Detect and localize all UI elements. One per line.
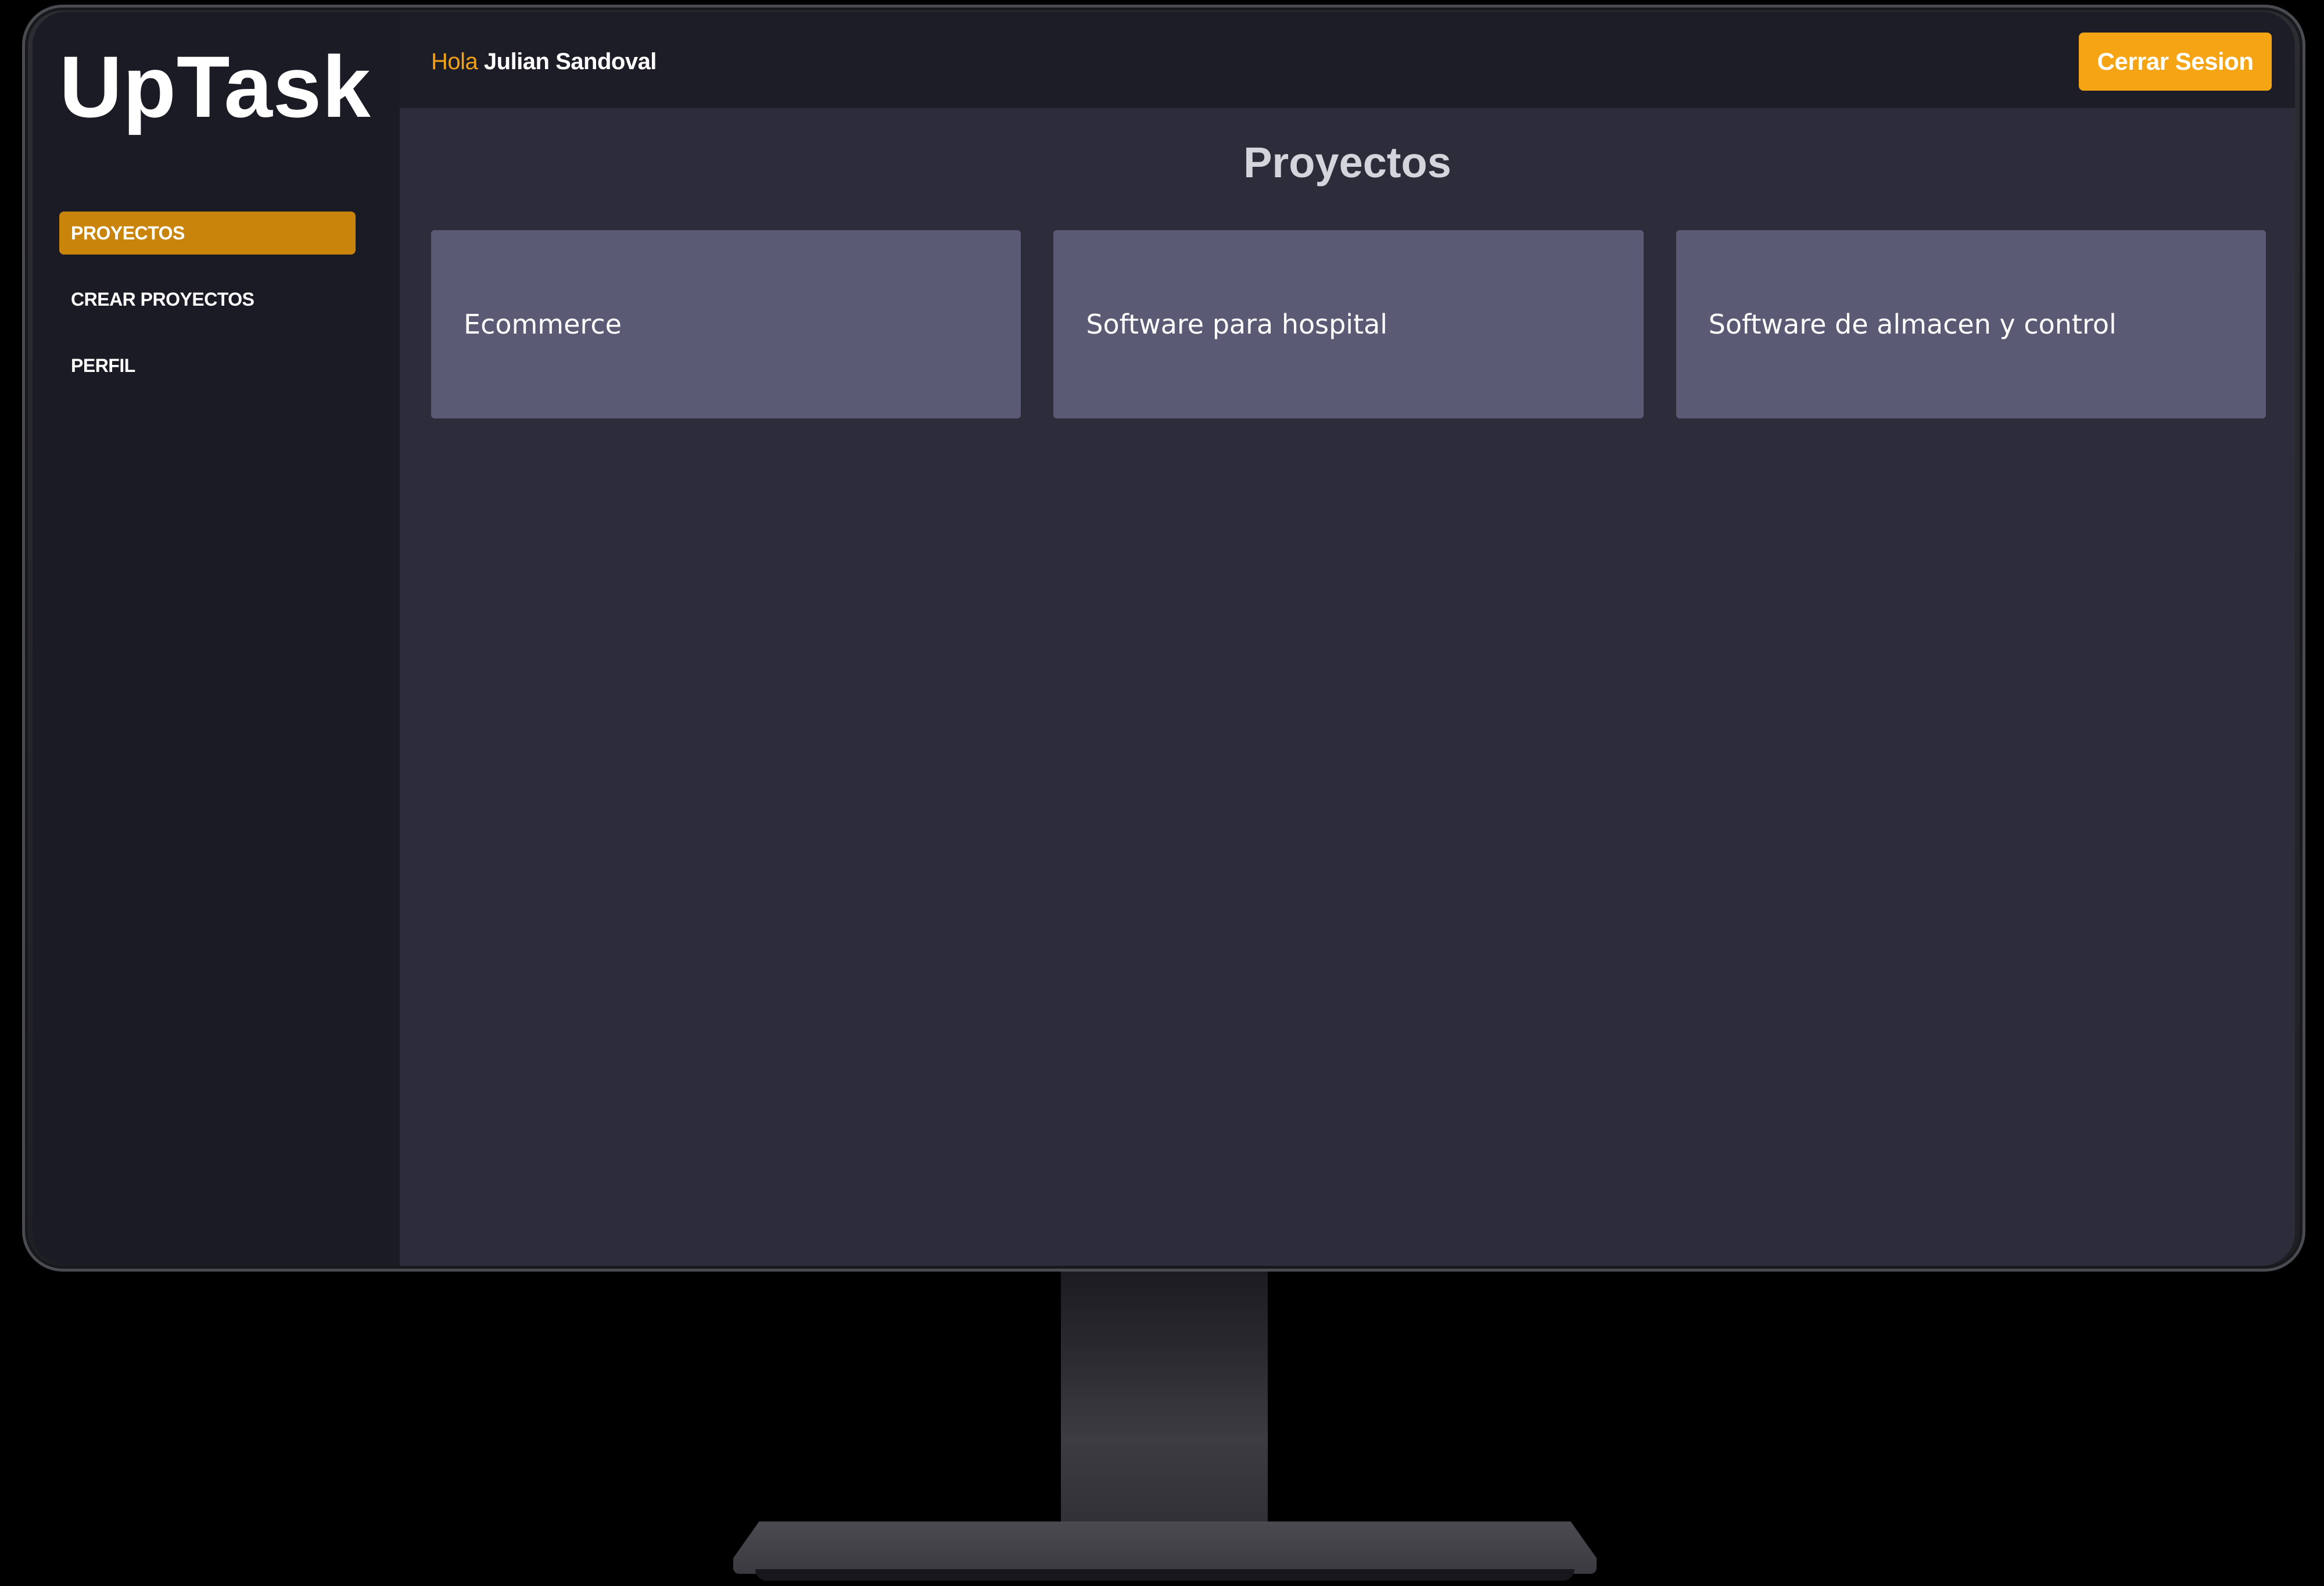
project-name: Software para hospital (1086, 309, 1388, 340)
sidebar-item-proyectos[interactable]: PROYECTOS (59, 212, 356, 255)
logout-button[interactable]: Cerrar Sesion (2079, 33, 2272, 91)
stage: UpTask PROYECTOS CREAR PROYECTOS PERFIL … (0, 0, 2324, 1586)
project-card-ecommerce[interactable]: Ecommerce (431, 230, 1021, 418)
project-name: Ecommerce (464, 309, 622, 340)
monitor-frame: UpTask PROYECTOS CREAR PROYECTOS PERFIL … (22, 5, 2305, 1272)
project-list: Ecommerce Software para hospital Softwar… (431, 230, 2266, 418)
project-card-hospital[interactable]: Software para hospital (1053, 230, 1644, 418)
top-bar: Hola Julian Sandoval Cerrar Sesion (400, 12, 2295, 108)
app-logo[interactable]: UpTask (59, 43, 371, 130)
monitor-stand-base (733, 1521, 1597, 1574)
sidebar-item-crear-proyectos[interactable]: CREAR PROYECTOS (59, 278, 356, 321)
content: Proyectos Ecommerce Software para hospit… (400, 108, 2295, 1266)
user-name: Julian Sandoval (483, 49, 657, 74)
main-area: Hola Julian Sandoval Cerrar Sesion Proye… (400, 12, 2295, 1266)
monitor-stand-shadow (755, 1569, 1575, 1581)
sidebar: UpTask PROYECTOS CREAR PROYECTOS PERFIL (33, 12, 400, 1266)
project-name: Software de almacen y control (1708, 309, 2117, 340)
sidebar-nav: PROYECTOS CREAR PROYECTOS PERFIL (59, 212, 356, 410)
project-card-almacen[interactable]: Software de almacen y control (1676, 230, 2266, 418)
page-title: Proyectos (1243, 138, 1451, 187)
sidebar-item-perfil[interactable]: PERFIL (59, 344, 356, 387)
screen: UpTask PROYECTOS CREAR PROYECTOS PERFIL … (33, 12, 2295, 1266)
greeting-prefix: Hola (431, 49, 478, 74)
monitor-stand-neck (1061, 1272, 1268, 1551)
user-greeting: Hola Julian Sandoval (431, 49, 657, 75)
